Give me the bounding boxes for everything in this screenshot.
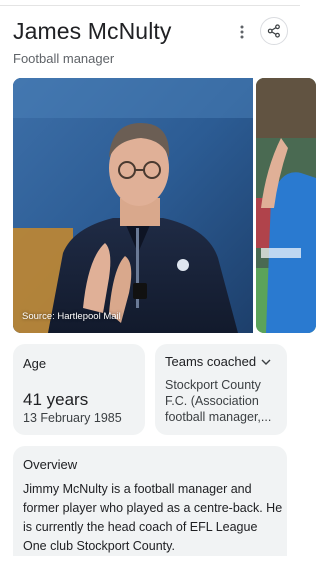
more-vert-icon	[240, 25, 244, 39]
teams-coached-label: Teams coached	[165, 354, 257, 369]
teams-coached-value: Stockport County F.C. (Association footb…	[165, 378, 272, 424]
chevron-down-icon	[261, 359, 271, 365]
age-value: 41 years	[23, 390, 89, 409]
top-divider	[0, 0, 300, 6]
birth-date: 13 February 1985	[23, 411, 122, 425]
teams-coached-card[interactable]: Teams coached Stockport County F.C. (Ass…	[155, 344, 287, 435]
age-card: Age 41 years 13 February 1985	[13, 344, 145, 435]
person-photo-graphic	[13, 78, 253, 333]
share-button[interactable]	[260, 17, 288, 45]
teams-coached-header[interactable]: Teams coached	[165, 354, 272, 369]
entity-subtitle: Football manager	[13, 51, 115, 66]
overview-label: Overview	[23, 457, 78, 472]
secondary-photo[interactable]	[256, 78, 316, 333]
overview-text: Jimmy McNulty is a football manager and …	[23, 482, 283, 553]
overview-card: Overview Jimmy McNulty is a football man…	[13, 446, 287, 556]
bottom-mask	[0, 556, 300, 580]
entity-title: James McNulty	[13, 18, 172, 44]
age-label: Age	[23, 356, 47, 371]
player-photo-graphic	[256, 78, 316, 333]
image-source-caption: Source: Hartlepool Mail	[22, 311, 121, 322]
share-icon	[267, 24, 280, 38]
more-options-button[interactable]	[232, 22, 252, 42]
main-photo[interactable]: Source: Hartlepool Mail	[13, 78, 253, 333]
